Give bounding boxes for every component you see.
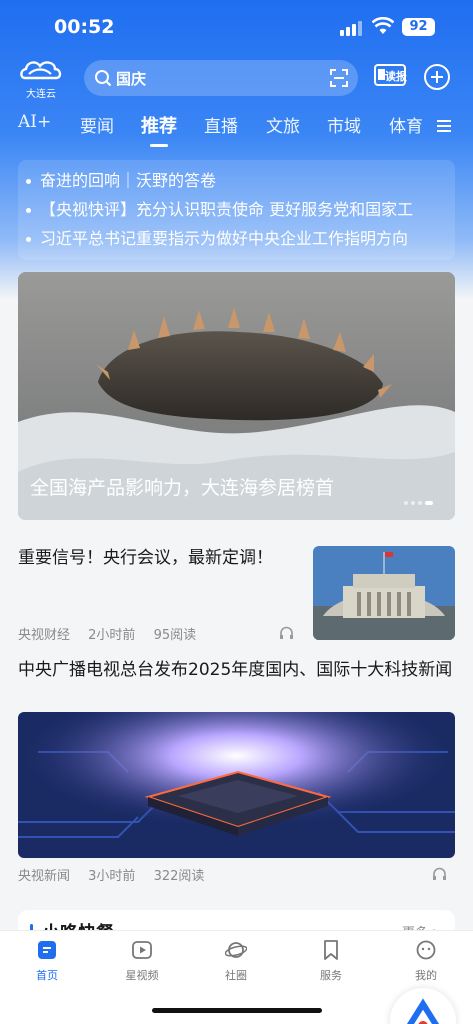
status-time: 00:52 [54, 16, 115, 38]
bank-building-photo [313, 546, 455, 640]
status-bar: 00:52 92 [0, 0, 473, 56]
nav-label: 星视频 [125, 969, 159, 982]
headline-text: 【央视快评】充分认识职责使命 更好服务党和国家工 [40, 200, 414, 219]
app-logo[interactable]: 大连云 [18, 58, 64, 100]
ai-assistant-icon [406, 998, 440, 1024]
nav-label: 首页 [36, 969, 58, 982]
headline-item[interactable]: 习近平总书记重要指示为做好中央企业工作指明方向 [26, 224, 456, 253]
nav-label: 社圈 [225, 969, 247, 982]
banner-caption: 全国海产品影响力，大连海参居榜首 [30, 477, 335, 499]
headline-item[interactable]: 【央视快评】充分认识职责使命 更好服务党和国家工 [26, 195, 456, 224]
headphone-icon[interactable] [279, 626, 294, 640]
battery-indicator: 92 [402, 18, 435, 36]
headphone-icon[interactable] [432, 867, 447, 881]
bullet-icon [26, 237, 31, 242]
headline-list: 奋进的回响｜沃野的答卷 【央视快评】充分认识职责使命 更好服务党和国家工 习近平… [18, 160, 455, 260]
search-bar[interactable]: 国庆 [84, 60, 358, 96]
app-header: 大连云 国庆 读报 [0, 58, 473, 102]
home-indicator [152, 1008, 322, 1013]
chip-circuit-photo [18, 712, 455, 858]
read-newspaper-label: 读报 [385, 70, 407, 83]
nav-video[interactable]: 星视频 [107, 939, 177, 983]
bullet-icon [26, 208, 31, 213]
news-thumbnail[interactable] [313, 546, 455, 640]
tab-recommend[interactable]: 推荐 [141, 112, 177, 138]
cloud-logo-icon [20, 61, 62, 80]
news-reads: 322阅读 [153, 869, 205, 884]
news-meta: 央视新闻 3小时前 322阅读 [18, 865, 218, 884]
tab-city[interactable]: 市域 [327, 112, 361, 137]
nav-label: 我的 [415, 969, 437, 982]
headline-text: 习近平总书记重要指示为做好中央企业工作指明方向 [40, 229, 409, 248]
news-source: 央视财经 [18, 628, 71, 643]
carousel-indicator [401, 490, 433, 509]
tab-news[interactable]: 要闻 [80, 112, 114, 137]
logo-text: 大连云 [26, 89, 56, 100]
active-tab-indicator [150, 144, 168, 147]
nav-home[interactable]: 首页 [12, 939, 82, 983]
read-newspaper-button[interactable]: 读报 [373, 63, 407, 89]
video-icon [132, 941, 152, 959]
wifi-icon [372, 17, 394, 34]
ai-assistant-button[interactable] [390, 988, 456, 1024]
channel-tabs: AI+ 要闻 推荐 直播 文旅 市域 体育 [0, 108, 473, 154]
bookmark-icon [324, 940, 338, 960]
search-input[interactable]: 国庆 [116, 68, 146, 89]
nav-profile[interactable]: 我的 [391, 939, 461, 983]
tab-menu-icon[interactable] [437, 120, 451, 132]
nav-community[interactable]: 社圈 [201, 939, 271, 983]
home-icon [38, 941, 56, 959]
news-meta: 央视财经 2小时前 95阅读 [18, 624, 210, 643]
headline-text: 奋进的回响｜沃野的答卷 [40, 171, 217, 190]
nav-label: 服务 [320, 969, 342, 982]
news-source: 央视新闻 [18, 869, 71, 884]
tab-culture-travel[interactable]: 文旅 [266, 112, 300, 137]
news-time: 2小时前 [88, 628, 136, 643]
news-title[interactable]: 重要信号！央行会议，最新定调！ [18, 546, 303, 570]
search-icon [95, 70, 112, 87]
tab-live[interactable]: 直播 [204, 112, 238, 137]
news-image[interactable] [18, 712, 455, 858]
nav-service[interactable]: 服务 [296, 939, 366, 983]
signal-icon [340, 20, 362, 36]
tab-ai[interactable]: AI+ [18, 112, 51, 132]
profile-icon [416, 940, 436, 960]
add-button[interactable] [424, 64, 450, 90]
bullet-icon [26, 179, 31, 184]
tab-sports[interactable]: 体育 [389, 112, 423, 137]
news-time: 3小时前 [88, 869, 136, 884]
featured-banner[interactable]: 全国海产品影响力，大连海参居榜首 [18, 272, 455, 520]
headline-item[interactable]: 奋进的回响｜沃野的答卷 [26, 166, 456, 195]
scan-icon[interactable] [330, 69, 348, 87]
news-reads: 95阅读 [153, 628, 197, 643]
planet-icon [225, 942, 247, 958]
news-title[interactable]: 中央广播电视总台发布2025年度国内、国际十大科技新闻 [18, 658, 455, 683]
